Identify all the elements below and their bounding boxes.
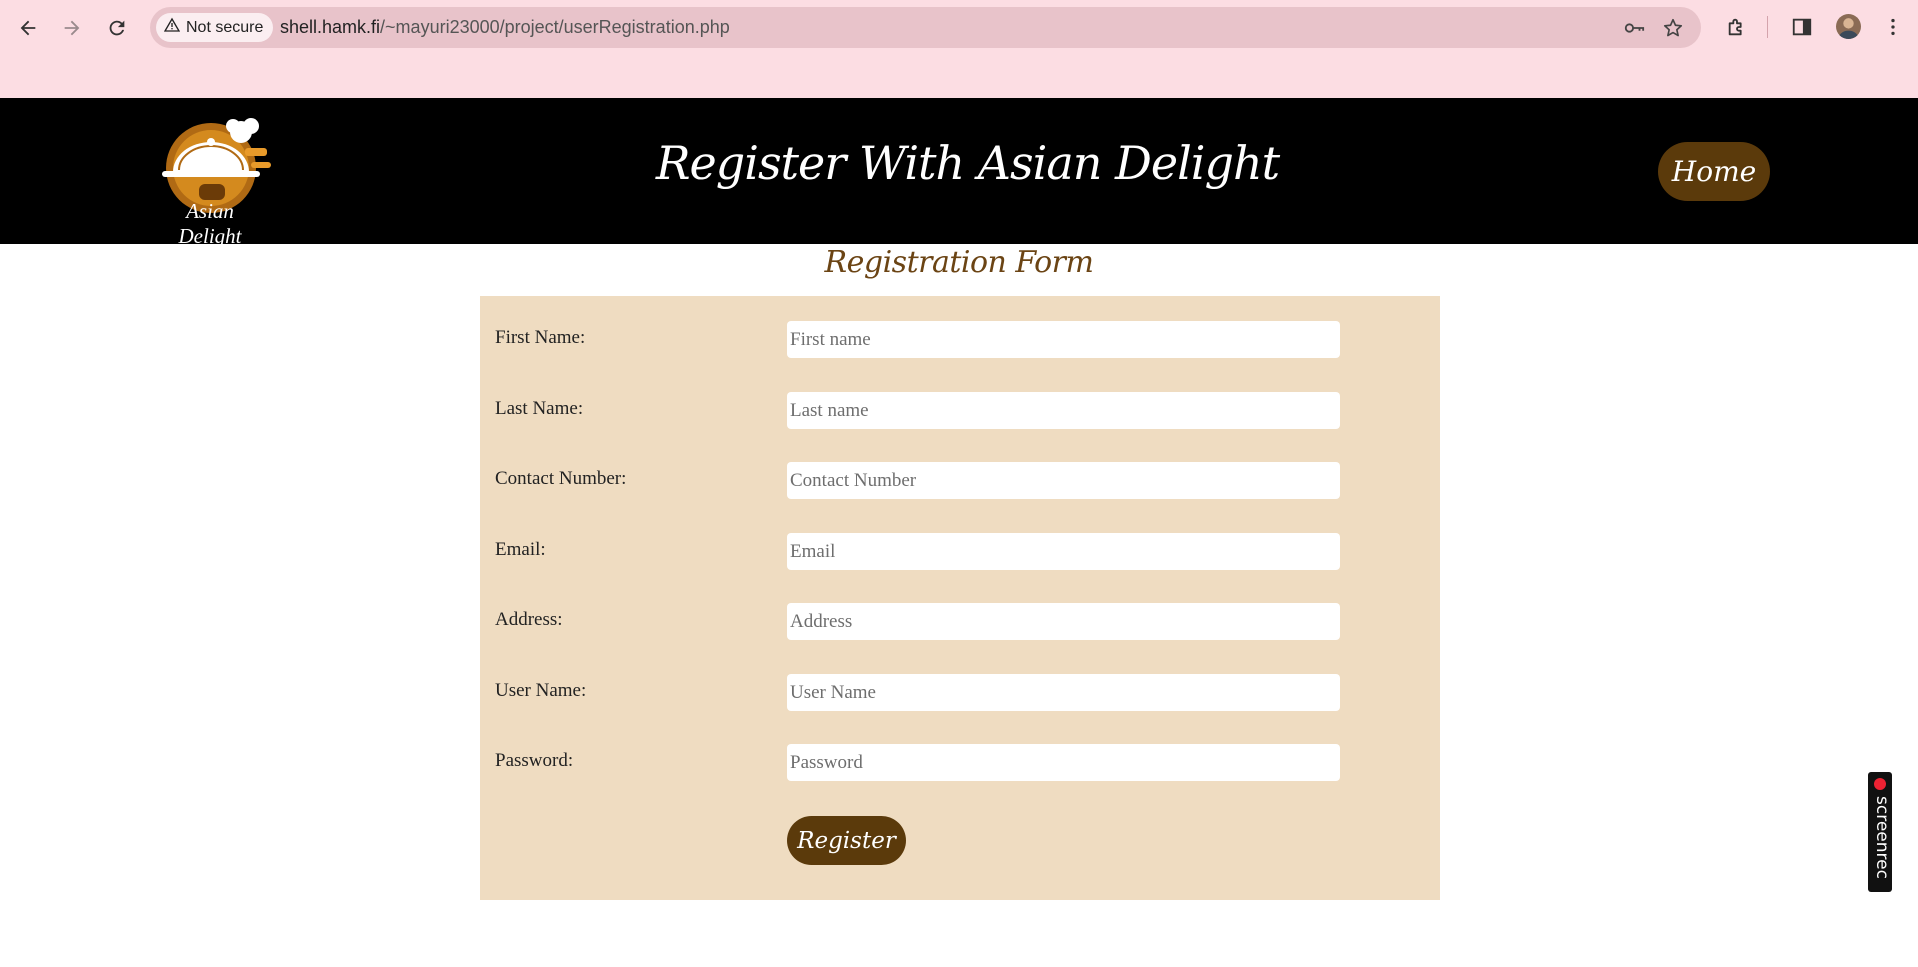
reload-icon[interactable]	[99, 10, 135, 46]
browser-toolbar: Not secure shell.hamk.fi/~mayuri23000/pr…	[0, 0, 1918, 98]
user-name-label: User Name:	[495, 680, 587, 701]
last-name-label: Last Name:	[495, 398, 584, 419]
security-label: Not secure	[186, 18, 264, 36]
first-name-input[interactable]	[787, 321, 1340, 358]
registration-form	[480, 296, 1440, 900]
address-input[interactable]	[787, 603, 1340, 640]
last-name-input[interactable]	[787, 392, 1340, 429]
email-label: Email:	[495, 539, 546, 560]
home-button[interactable]: Home	[1658, 142, 1770, 201]
security-chip[interactable]: Not secure	[156, 13, 274, 42]
warning-icon	[163, 17, 181, 38]
form-title: Registration Form	[824, 245, 1094, 280]
key-icon[interactable]	[1621, 15, 1647, 41]
register-button[interactable]: Register	[787, 816, 906, 865]
star-icon[interactable]	[1660, 15, 1686, 41]
user-name-input[interactable]	[787, 674, 1340, 711]
address-bar[interactable]: Not secure shell.hamk.fi/~mayuri23000/pr…	[150, 7, 1701, 48]
record-icon	[1874, 778, 1886, 790]
toolbar-divider	[1767, 16, 1768, 38]
logo-text: Asian Delight	[178, 199, 242, 248]
page-title: Register With Asian Delight	[655, 136, 1280, 190]
avatar[interactable]	[1836, 14, 1861, 39]
extensions-icon[interactable]	[1722, 12, 1752, 42]
screenrec-label: screenrec	[1872, 796, 1892, 879]
side-panel-icon[interactable]	[1787, 12, 1817, 42]
first-name-label: First Name:	[495, 327, 586, 348]
screenrec-widget[interactable]: screenrec	[1868, 772, 1892, 892]
back-arrow-icon[interactable]	[10, 10, 46, 46]
email-input[interactable]	[787, 533, 1340, 570]
address-label: Address:	[495, 609, 563, 630]
url-path: /~mayuri23000/project/userRegistration.p…	[380, 17, 730, 37]
password-input[interactable]	[787, 744, 1340, 781]
contact-number-input[interactable]	[787, 462, 1340, 499]
forward-arrow-icon[interactable]	[54, 10, 90, 46]
password-label: Password:	[495, 750, 574, 771]
contact-number-label: Contact Number:	[495, 468, 627, 489]
kebab-menu-icon[interactable]	[1878, 12, 1908, 42]
url-text[interactable]: shell.hamk.fi/~mayuri23000/project/userR…	[280, 17, 730, 38]
url-host: shell.hamk.fi	[280, 17, 381, 37]
